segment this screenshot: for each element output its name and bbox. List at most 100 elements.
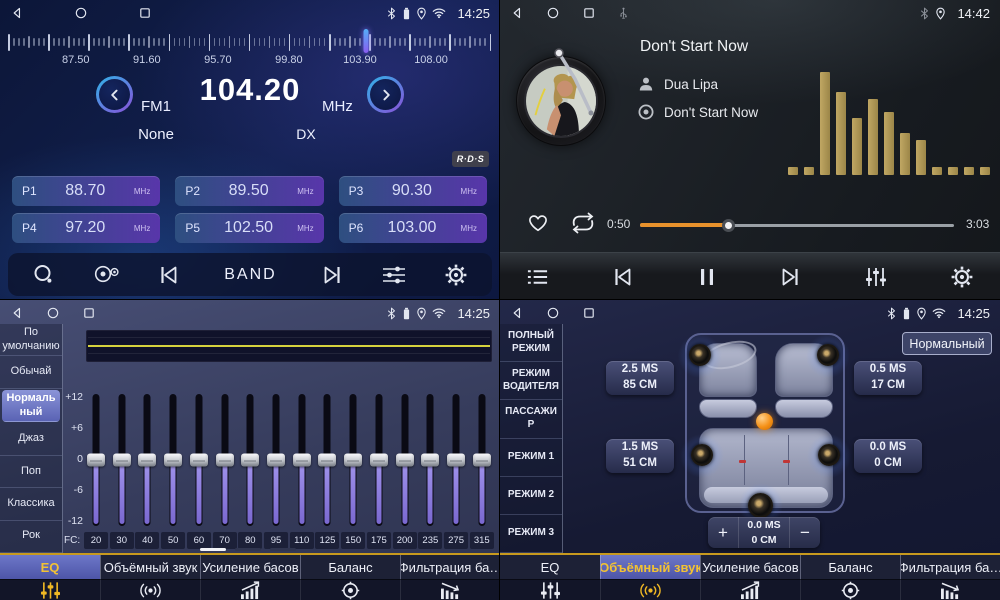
eq-band-slider-5[interactable] [215,394,235,526]
fc-value[interactable]: 70 [213,532,237,549]
tab-eq[interactable]: EQ [500,555,600,600]
fc-value[interactable]: 20 [84,532,108,549]
tab-bass-boost[interactable]: Усиление басов [200,555,300,600]
eq-band-slider-11[interactable] [369,394,389,526]
slider-handle[interactable] [344,454,362,467]
fc-value[interactable]: 60 [187,532,211,549]
front-right-delay-button[interactable]: 0.5 MS 17 CM [854,361,922,395]
preset-p3-button[interactable]: P390.30MHz [339,176,487,206]
gear-icon[interactable] [444,263,468,287]
sound-mode-3[interactable]: РЕЖИМ 1 [500,439,562,477]
eq-band-slider-6[interactable] [240,394,260,526]
preset-p2-button[interactable]: P289.50MHz [175,176,323,206]
recents-icon[interactable] [82,306,96,320]
eq-preset-2[interactable]: Нормальный [2,390,60,422]
eq-band-slider-15[interactable] [472,394,492,526]
eq-preset-1[interactable]: Обычай [0,356,62,388]
progress-bar[interactable] [640,224,954,227]
eq-band-slider-10[interactable] [343,394,363,526]
slider-handle[interactable] [370,454,388,467]
fc-value[interactable]: 235 [418,532,442,549]
fc-value[interactable]: 50 [161,532,185,549]
podcast-icon[interactable] [93,263,120,286]
eq-band-slider-0[interactable] [86,394,106,526]
home-icon[interactable] [74,6,88,20]
eq-preset-3[interactable]: Джаз [0,423,62,455]
fc-value[interactable]: 95 [264,532,288,549]
favorite-icon[interactable] [527,213,549,233]
eq-band-slider-2[interactable] [137,394,157,526]
gear-icon[interactable] [950,265,974,289]
eq-preset-6[interactable]: Рок [0,521,62,553]
decrease-delay-button[interactable]: − [790,517,820,548]
eq-band-slider-4[interactable] [189,394,209,526]
slider-handle[interactable] [87,454,105,467]
eq-band-slider-1[interactable] [112,394,132,526]
progress-knob[interactable] [722,219,735,232]
preset-p5-button[interactable]: P5102.50MHz [175,213,323,243]
tab-balance[interactable]: Баланс [800,555,900,600]
tab-filter[interactable]: Фильтрация ба… [400,555,500,600]
rear-left-delay-button[interactable]: 1.5 MS 51 CM [606,439,674,473]
recents-icon[interactable] [582,306,596,320]
slider-handle[interactable] [267,454,285,467]
sound-mode-1[interactable]: РЕЖИМ ВОДИТЕЛЯ [500,362,562,400]
fc-value[interactable]: 315 [470,532,494,549]
search-icon[interactable] [32,263,56,287]
home-icon[interactable] [46,306,60,320]
tab-bass-boost[interactable]: Усиление басов [700,555,800,600]
sound-mode-2[interactable]: ПАССАЖИР [500,400,562,438]
tune-settings-icon[interactable] [381,264,407,286]
slider-handle[interactable] [216,454,234,467]
fc-value[interactable]: 30 [110,532,134,549]
fc-value[interactable]: 40 [135,532,159,549]
home-icon[interactable] [546,306,560,320]
eq-band-slider-7[interactable] [266,394,286,526]
back-icon[interactable] [10,6,24,20]
rear-right-speaker[interactable] [818,444,840,466]
fc-value[interactable]: 110 [290,532,314,549]
back-icon[interactable] [510,306,524,320]
back-icon[interactable] [10,306,24,320]
slider-handle[interactable] [113,454,131,467]
preset-p6-button[interactable]: P6103.00MHz [339,213,487,243]
slider-handle[interactable] [138,454,156,467]
slider-handle[interactable] [318,454,336,467]
slider-handle[interactable] [473,454,491,467]
slider-handle[interactable] [164,454,182,467]
sound-mode-5[interactable]: РЕЖИМ 3 [500,515,562,553]
playlist-icon[interactable] [526,267,549,287]
eq-band-slider-9[interactable] [317,394,337,526]
tab-eq[interactable]: EQ [0,555,100,600]
preset-p1-button[interactable]: P188.70MHz [12,176,160,206]
surround-preset-button[interactable]: Нормальный [902,332,992,355]
eq-band-slider-3[interactable] [163,394,183,526]
eq-levels-icon[interactable] [864,265,888,289]
eq-preset-4[interactable]: Поп [0,456,62,488]
home-icon[interactable] [546,6,560,20]
seek-up-button[interactable] [367,76,404,113]
fc-value[interactable]: 200 [393,532,417,549]
listener-position-marker[interactable] [756,413,773,430]
fc-value[interactable]: 80 [238,532,262,549]
eq-band-slider-12[interactable] [395,394,415,526]
fc-value[interactable]: 175 [367,532,391,549]
eq-band-slider-13[interactable] [420,394,440,526]
tab-surround[interactable]: Объёмный звук [600,555,700,600]
increase-delay-button[interactable]: + [708,517,738,548]
repeat-icon[interactable] [569,212,597,234]
previous-station-icon[interactable] [157,263,181,287]
rear-left-speaker[interactable] [691,444,713,466]
recents-icon[interactable] [138,6,152,20]
slider-handle[interactable] [447,454,465,467]
eq-band-slider-8[interactable] [292,394,312,526]
tuner-scale[interactable]: 87.5091.6095.7099.80103.90108.00 [8,30,492,64]
sound-mode-4[interactable]: РЕЖИМ 2 [500,477,562,515]
tuner-pointer[interactable] [364,29,369,53]
back-icon[interactable] [510,6,524,20]
previous-track-icon[interactable] [611,265,635,289]
next-station-icon[interactable] [320,263,344,287]
sound-mode-0[interactable]: ПОЛНЫЙ РЕЖИМ [500,324,562,362]
slider-handle[interactable] [396,454,414,467]
tab-filter[interactable]: Фильтрация ба… [900,555,1000,600]
